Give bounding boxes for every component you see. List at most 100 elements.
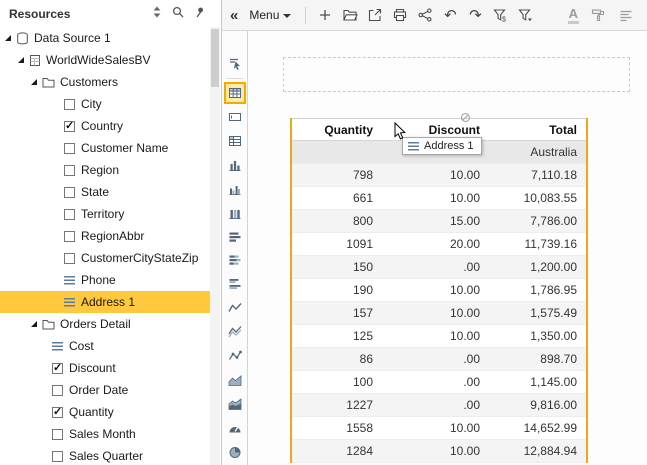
table-cell[interactable]: 1,786.95: [489, 279, 586, 301]
table-cell[interactable]: 100: [292, 371, 382, 393]
table-cell[interactable]: 7,786.00: [489, 210, 586, 232]
tool-line-marker-chart[interactable]: [224, 345, 246, 367]
table-cell[interactable]: 1,200.00: [489, 256, 586, 278]
table-cell[interactable]: 12,884.94: [489, 440, 586, 462]
expander-icon[interactable]: [31, 321, 37, 327]
table-cell[interactable]: 157: [292, 302, 382, 324]
checkbox-unchecked-icon[interactable]: [64, 230, 75, 242]
tool-column-chart[interactable]: [224, 154, 246, 176]
filter-currency-button[interactable]: $: [491, 6, 509, 24]
tree-item-country[interactable]: Country: [0, 115, 210, 137]
table-cell[interactable]: 14,652.99: [489, 417, 586, 439]
table-cell[interactable]: 800: [292, 210, 382, 232]
table-cell[interactable]: 20.00: [382, 233, 489, 255]
table-cell[interactable]: 10.00: [382, 440, 489, 462]
table-cell[interactable]: 9,816.00: [489, 394, 586, 416]
tool-sparkline-multi[interactable]: [224, 321, 246, 343]
table-cell[interactable]: 661: [292, 187, 382, 209]
design-canvas[interactable]: Quantity Discount Total Australia 798 10.…: [248, 31, 647, 465]
table-cell[interactable]: .00: [382, 371, 489, 393]
tree-item-address-1[interactable]: Address 1: [0, 291, 210, 313]
page-header-placeholder[interactable]: [283, 57, 630, 92]
tree-item-customercitystatezip[interactable]: CustomerCityStateZip: [0, 247, 210, 269]
checkbox-checked-icon[interactable]: [64, 119, 75, 132]
tree-item-quantity[interactable]: Quantity: [0, 401, 210, 423]
tree-item-discount[interactable]: Discount: [0, 357, 210, 379]
tool-bar-chart-stacked[interactable]: [224, 250, 246, 272]
tree-item-region[interactable]: Region: [0, 159, 210, 181]
table-cell[interactable]: .00: [382, 394, 489, 416]
tool-sparkline[interactable]: [224, 297, 246, 319]
table-cell[interactable]: 798: [292, 164, 382, 186]
table-row[interactable]: 190 10.00 1,786.95: [292, 279, 586, 302]
tool-matrix[interactable]: [224, 130, 246, 152]
tree-item-city[interactable]: City: [0, 93, 210, 115]
table-row[interactable]: 1558 10.00 14,652.99: [292, 417, 586, 440]
table-row[interactable]: 150.00 1,200.00: [292, 256, 586, 279]
expander-icon[interactable]: [18, 57, 24, 63]
tree-item-order-date[interactable]: Order Date: [0, 379, 210, 401]
tree-item-cost[interactable]: Cost: [0, 335, 210, 357]
table-row[interactable]: 798 10.00 7,110.18: [292, 164, 586, 187]
paint-roller-button[interactable]: [589, 6, 607, 24]
table-cell[interactable]: 1284: [292, 440, 382, 462]
column-header-quantity[interactable]: Quantity: [292, 119, 382, 140]
table-row[interactable]: 100.00 1,145.00: [292, 371, 586, 394]
checkbox-unchecked-icon[interactable]: [52, 384, 63, 396]
table-cell[interactable]: 1,145.00: [489, 371, 586, 393]
table-cell[interactable]: 15.00: [382, 210, 489, 232]
checkbox-unchecked-icon[interactable]: [64, 164, 75, 176]
tool-pointer[interactable]: [224, 53, 246, 75]
checkbox-checked-icon[interactable]: [52, 361, 63, 374]
tree-item-customer-name[interactable]: Customer Name: [0, 137, 210, 159]
table-cell[interactable]: 10.00: [382, 164, 489, 186]
table-row[interactable]: 125 10.00 1,350.00: [292, 325, 586, 348]
checkbox-unchecked-icon[interactable]: [64, 252, 75, 264]
tool-column-chart-grouped[interactable]: [224, 178, 246, 200]
tree-item-territory[interactable]: Territory: [0, 203, 210, 225]
table-cell[interactable]: 10.00: [382, 302, 489, 324]
table-cell[interactable]: 1,575.49: [489, 302, 586, 324]
tree-item-sales-quarter[interactable]: Sales Quarter: [0, 445, 210, 465]
collapse-expand-icon[interactable]: [151, 6, 163, 21]
print-button[interactable]: [391, 6, 409, 24]
search-icon[interactable]: [172, 6, 184, 21]
table-cell[interactable]: 7,110.18: [489, 164, 586, 186]
tree-item-orders-detail[interactable]: Orders Detail: [0, 313, 210, 335]
undo-button[interactable]: ↶: [441, 6, 459, 24]
tree-item-worldwidesalesbv[interactable]: WorldWideSalesBV: [0, 49, 210, 71]
table-cell[interactable]: .00: [382, 256, 489, 278]
menu-button[interactable]: Menu: [245, 6, 295, 24]
table-cell[interactable]: 11,739.16: [489, 233, 586, 255]
share-icon[interactable]: [416, 6, 434, 24]
table-cell[interactable]: 86: [292, 348, 382, 370]
tool-column-chart-triple[interactable]: [224, 202, 246, 224]
checkbox-unchecked-icon[interactable]: [64, 98, 75, 110]
tree-item-customers[interactable]: Customers: [0, 71, 210, 93]
align-button[interactable]: [617, 6, 635, 24]
tree-item-sales-month[interactable]: Sales Month: [0, 423, 210, 445]
checkbox-unchecked-icon[interactable]: [52, 428, 63, 440]
tree-item-state[interactable]: State: [0, 181, 210, 203]
checkbox-unchecked-icon[interactable]: [64, 186, 75, 198]
scrollbar-thumb[interactable]: [211, 29, 219, 87]
table-cell[interactable]: 898.70: [489, 348, 586, 370]
table-row[interactable]: 1284 10.00 12,884.94: [292, 440, 586, 463]
open-folder-button[interactable]: [341, 6, 359, 24]
tool-bar-chart-grouped[interactable]: [224, 273, 246, 295]
pin-icon[interactable]: [193, 6, 205, 21]
column-header-total[interactable]: Total: [489, 119, 586, 140]
table-cell[interactable]: 1558: [292, 417, 382, 439]
table-cell[interactable]: .00: [382, 348, 489, 370]
table-cell[interactable]: 190: [292, 279, 382, 301]
table-row[interactable]: 1091 20.00 11,739.16: [292, 233, 586, 256]
tree-item-phone[interactable]: Phone: [0, 269, 210, 291]
tool-bar-chart[interactable]: [224, 226, 246, 248]
table-cell[interactable]: 10.00: [382, 325, 489, 347]
expander-icon[interactable]: [31, 79, 37, 85]
table-cell[interactable]: 1227: [292, 394, 382, 416]
table-cell[interactable]: 125: [292, 325, 382, 347]
table-cell[interactable]: 10.00: [382, 187, 489, 209]
table-cell[interactable]: 10.00: [382, 279, 489, 301]
table-cell[interactable]: 1091: [292, 233, 382, 255]
